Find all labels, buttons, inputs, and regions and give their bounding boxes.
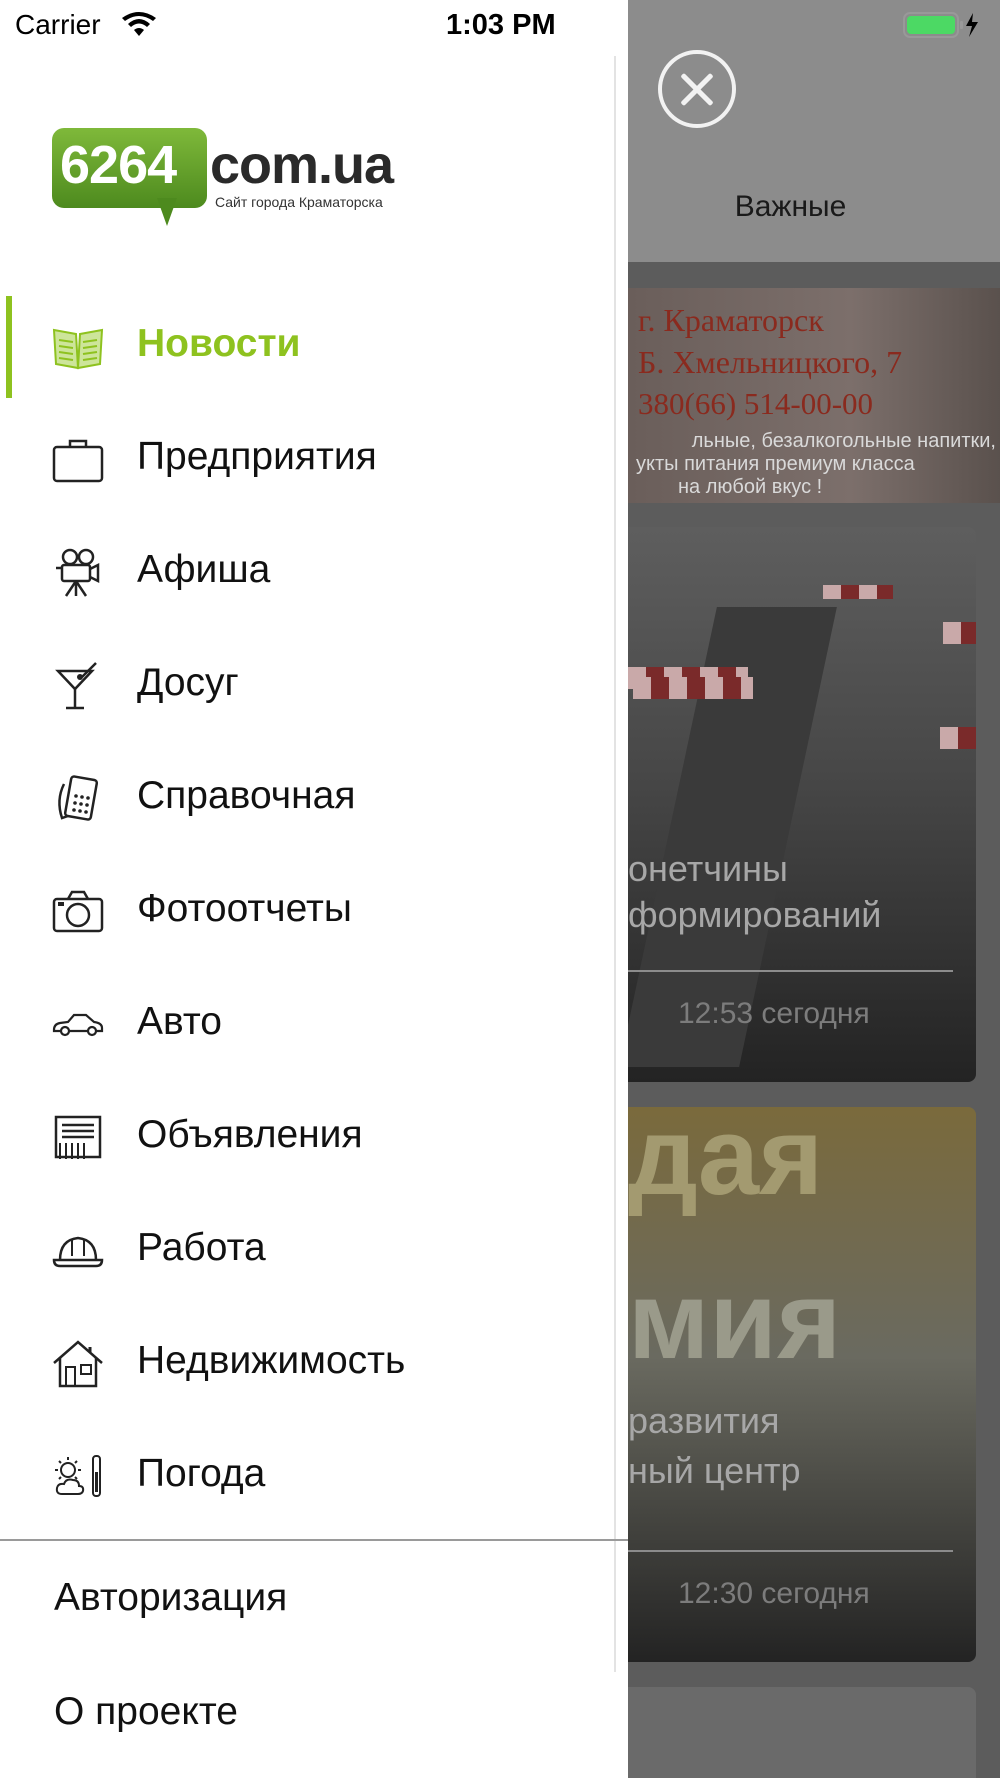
divider — [628, 970, 953, 972]
menu-item-label: Работа — [137, 1226, 266, 1269]
menu-item-label: Авто — [137, 1000, 222, 1043]
photo-barrier — [940, 727, 976, 749]
news-time: 12:53 сегодня — [678, 997, 870, 1030]
logo-bubble-tail — [157, 198, 177, 226]
news-card[interactable]: онетчины формирований 12:53 сегодня — [628, 527, 976, 1082]
menu-item-weather[interactable]: Погода — [0, 1420, 628, 1533]
logo-number: 6264 — [60, 135, 177, 195]
banner-line: укты питания премиум класса — [636, 453, 915, 475]
photo-barrier — [633, 677, 753, 699]
photo-barrier — [823, 585, 893, 599]
camera-icon — [52, 890, 104, 933]
news-time: 12:30 сегодня — [678, 1577, 870, 1610]
movie-camera-icon — [56, 548, 100, 597]
menu-item-label: Недвижимость — [137, 1339, 406, 1382]
news-title-line: развития — [628, 1400, 780, 1441]
wifi-icon — [122, 12, 156, 43]
news-card[interactable]: дая мия развития ный центр 12:30 сегодня — [628, 1107, 976, 1662]
photo-barrier — [943, 622, 976, 644]
cocktail-icon — [55, 662, 97, 710]
status-bar: Carrier 1:03 PM — [0, 0, 1000, 52]
car-icon — [52, 1013, 104, 1037]
menu-item-label: Фотоотчеты — [137, 887, 352, 930]
carrier-label: Carrier — [15, 9, 101, 40]
menu-item-news[interactable]: Новости — [0, 290, 628, 403]
news-title-line: онетчины — [628, 848, 788, 889]
menu-item-photo-reports[interactable]: Фотоотчеты — [0, 855, 628, 968]
menu-item-label: Погода — [137, 1452, 266, 1495]
divider — [628, 1550, 953, 1552]
menu-item-auto[interactable]: Авто — [0, 968, 628, 1081]
briefcase-icon — [52, 439, 104, 483]
news-title-line: ный центр — [628, 1450, 801, 1491]
news-title-line: формирований — [628, 894, 882, 935]
logo-domain: com.ua — [210, 135, 394, 195]
menu-item-label: Справочная — [137, 774, 356, 817]
side-menu-drawer: 6264 com.ua Сайт города Краматорска Ново… — [0, 0, 628, 1778]
banner-line: г. Краматорск — [638, 302, 824, 338]
battery-icon — [903, 11, 983, 44]
photo-lettering: дая — [628, 1107, 824, 1218]
phone-icon — [58, 775, 99, 821]
menu-item-companies[interactable]: Предприятия — [0, 403, 628, 516]
ad-banner[interactable]: г. Краматорск Б. Хмельницкого, 7 380(66)… — [628, 288, 1000, 503]
menu-divider — [0, 1539, 628, 1541]
photo-lettering: мия — [628, 1259, 842, 1382]
active-indicator — [6, 296, 12, 398]
banner-line: 380(66) 514-00-00 — [638, 386, 874, 421]
menu-item-real-estate[interactable]: Недвижимость — [0, 1307, 628, 1420]
background-screen: Важные г. Краматорск Б. Хмельницкого, 7 … — [628, 0, 1000, 1778]
weather-icon — [55, 1455, 101, 1497]
banner-line: на любой вкус ! — [678, 476, 823, 498]
about-link[interactable]: О проекте — [54, 1690, 238, 1734]
banner-text: льные, безалкогольные напитки, укты пита… — [628, 430, 1000, 499]
newspaper-icon — [52, 328, 104, 370]
menu-item-label: Афиша — [137, 548, 271, 591]
banner-line: льные, безалкогольные напитки, — [691, 430, 996, 452]
menu-item-events[interactable]: Афиша — [0, 516, 628, 629]
logo-subtitle: Сайт города Краматорска — [215, 194, 383, 210]
hard-hat-icon — [52, 1236, 104, 1268]
house-icon — [53, 1340, 103, 1388]
news-card[interactable] — [628, 1687, 976, 1778]
menu-item-label: Досуг — [137, 661, 239, 704]
clock: 1:03 PM — [446, 9, 556, 41]
menu-item-classifieds[interactable]: Объявления — [0, 1081, 628, 1194]
menu-item-label: Предприятия — [137, 435, 377, 478]
banner-line: Б. Хмельницкого, 7 — [638, 344, 903, 380]
menu-item-label: Новости — [137, 322, 301, 365]
close-icon[interactable] — [658, 50, 736, 128]
classifieds-icon — [54, 1115, 102, 1159]
tab-important[interactable]: Важные — [628, 190, 953, 224]
menu-item-label: Объявления — [137, 1113, 363, 1156]
menu-item-directory[interactable]: Справочная — [0, 742, 628, 855]
login-link[interactable]: Авторизация — [54, 1576, 287, 1620]
menu-item-leisure[interactable]: Досуг — [0, 629, 628, 742]
menu-item-jobs[interactable]: Работа — [0, 1194, 628, 1307]
